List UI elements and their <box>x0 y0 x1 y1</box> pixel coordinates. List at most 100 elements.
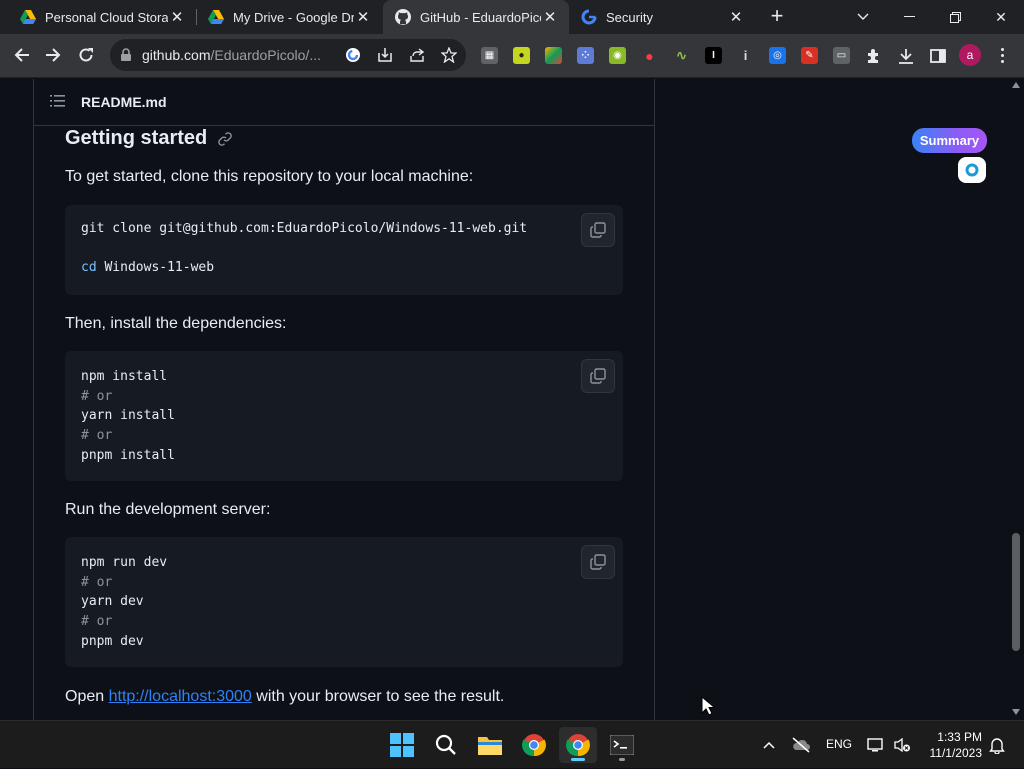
terminal-button[interactable] <box>603 727 641 763</box>
code-line: yarn dev <box>81 594 144 609</box>
close-tab-icon[interactable]: ✕ <box>168 8 186 26</box>
volume-muted-icon[interactable] <box>891 721 913 769</box>
bookmark-star-icon[interactable] <box>440 46 458 64</box>
pacman-ghost-icon[interactable]: ● <box>641 47 658 64</box>
profile-avatar[interactable]: a <box>959 44 981 66</box>
show-hidden-icons-chevron-icon[interactable] <box>758 721 780 769</box>
extension-green-circle-icon[interactable]: ● <box>513 47 530 64</box>
scroll-down-arrow-icon <box>1012 709 1020 715</box>
google-drive-icon <box>208 9 224 25</box>
browser-menu-icon[interactable] <box>994 44 1010 66</box>
close-tab-icon[interactable]: ✕ <box>727 8 745 26</box>
extension-leaf-icon[interactable]: ◉ <box>609 47 626 64</box>
section-heading: Getting started <box>65 127 233 150</box>
copy-icon <box>590 554 606 570</box>
readme-panel: README.md Getting started To get started… <box>33 79 655 720</box>
readme-filename[interactable]: README.md <box>81 94 167 110</box>
onedrive-offline-icon[interactable] <box>789 721 813 769</box>
browser-toolbar: github.com/EduardoPicolo/... ▦ ● ⁘ ◉ ● ∿… <box>0 34 1024 78</box>
active-app-indicator <box>571 758 585 761</box>
tab-personal-cloud-storage[interactable]: Personal Cloud Storag ✕ <box>8 0 196 34</box>
copy-button[interactable] <box>581 213 615 247</box>
forward-icon[interactable] <box>38 40 68 70</box>
copy-button[interactable] <box>581 545 615 579</box>
scroll-up-arrow-icon <box>1012 82 1020 88</box>
anchor-link-icon[interactable] <box>217 131 233 147</box>
tab-strip: Personal Cloud Storag ✕ My Drive - Googl… <box>0 0 1024 34</box>
chrome-icon <box>522 734 546 757</box>
search-button[interactable] <box>427 727 465 763</box>
tab-title: My Drive - Google Dri <box>233 9 354 25</box>
back-icon[interactable] <box>7 40 37 70</box>
dev-code-block: npm run dev # or yarn dev # or pnpm dev <box>65 537 623 667</box>
file-explorer-button[interactable] <box>471 727 509 763</box>
extension-red-icon[interactable]: ✎ <box>801 47 818 64</box>
windows-taskbar: ENG 1:33 PM 11/1/2023 <box>0 720 1024 768</box>
code-comment: # or <box>81 575 113 590</box>
extension-search-icon[interactable]: ◎ <box>769 47 786 64</box>
localhost-link[interactable]: http://localhost:3000 <box>109 688 252 705</box>
code-comment: # or <box>81 389 113 404</box>
clock-time: 1:33 PM <box>937 730 982 744</box>
google-lens-icon[interactable] <box>344 46 362 64</box>
code-line: git clone git@github.com:EduardoPicolo/W… <box>81 221 528 236</box>
info-icon[interactable]: i <box>737 47 754 64</box>
intro-paragraph: To get started, clone this repository to… <box>65 168 474 185</box>
folder-icon <box>478 737 502 755</box>
extension-folder-icon[interactable]: ▭ <box>833 47 850 64</box>
scrollbar-thumb[interactable] <box>1012 533 1020 651</box>
extension-colorful-icon[interactable] <box>545 47 562 64</box>
code-comment: # or <box>81 428 113 443</box>
search-icon <box>435 734 456 755</box>
code-text: Windows-11-web <box>96 260 215 275</box>
share-icon[interactable] <box>408 46 426 64</box>
open-paragraph: Open http://localhost:3000 with your bro… <box>65 688 504 706</box>
summary-extension-icon[interactable] <box>958 157 986 183</box>
restore-icon[interactable] <box>932 0 978 34</box>
new-tab-button[interactable]: + <box>764 5 790 29</box>
system-clock[interactable]: 1:33 PM 11/1/2023 <box>918 729 983 761</box>
network-icon[interactable] <box>865 721 887 769</box>
close-tab-icon[interactable]: ✕ <box>541 8 559 26</box>
summary-button[interactable]: Summary <box>912 128 987 153</box>
open-suffix: with your browser to see the result. <box>251 688 505 705</box>
copy-button[interactable] <box>581 359 615 393</box>
clone-code-block: git clone git@github.com:EduardoPicolo/W… <box>65 205 623 295</box>
open-prefix: Open <box>65 688 109 705</box>
chrome-profile-button[interactable] <box>559 727 597 763</box>
notification-bell-icon[interactable] <box>986 721 1008 769</box>
close-tab-icon[interactable]: ✕ <box>354 8 372 26</box>
start-button[interactable] <box>383 727 421 763</box>
readme-header: README.md <box>34 79 654 126</box>
downloads-icon[interactable] <box>896 46 916 66</box>
table-of-contents-icon[interactable] <box>50 94 66 113</box>
extension-i-icon[interactable]: I <box>705 47 722 64</box>
minimize-icon[interactable] <box>886 0 932 34</box>
address-bar[interactable]: github.com/EduardoPicolo/... <box>110 39 466 71</box>
github-icon <box>395 9 411 25</box>
reload-icon[interactable] <box>71 40 101 70</box>
close-window-icon[interactable]: ✕ <box>978 0 1024 34</box>
code-line: npm run dev <box>81 555 168 570</box>
copy-icon <box>590 368 606 384</box>
page-scrollbar[interactable] <box>1008 79 1024 720</box>
language-indicator[interactable]: ENG <box>826 737 852 751</box>
extension-grid-icon[interactable]: ⁘ <box>577 47 594 64</box>
tab-security[interactable]: Security ✕ <box>569 0 755 34</box>
extension-puzzle-dark-icon[interactable]: ▦ <box>481 47 498 64</box>
google-drive-icon <box>20 9 36 25</box>
install-app-icon[interactable] <box>376 46 394 64</box>
code-line: pnpm dev <box>81 634 144 649</box>
extensions-puzzle-icon[interactable] <box>864 46 884 66</box>
site-info-icon[interactable] <box>120 48 132 67</box>
clock-date: 11/1/2023 <box>929 746 983 760</box>
terminal-icon <box>610 735 634 755</box>
tab-my-drive[interactable]: My Drive - Google Dri ✕ <box>196 0 382 34</box>
side-panel-icon[interactable] <box>928 46 948 66</box>
chrome-button[interactable] <box>515 727 553 763</box>
tab-github[interactable]: GitHub - EduardoPicol ✕ <box>383 0 569 34</box>
tab-search-icon[interactable] <box>840 0 886 34</box>
tab-title: Personal Cloud Storag <box>45 9 168 25</box>
chrome-icon <box>566 734 590 757</box>
extension-wave-icon[interactable]: ∿ <box>673 47 690 64</box>
